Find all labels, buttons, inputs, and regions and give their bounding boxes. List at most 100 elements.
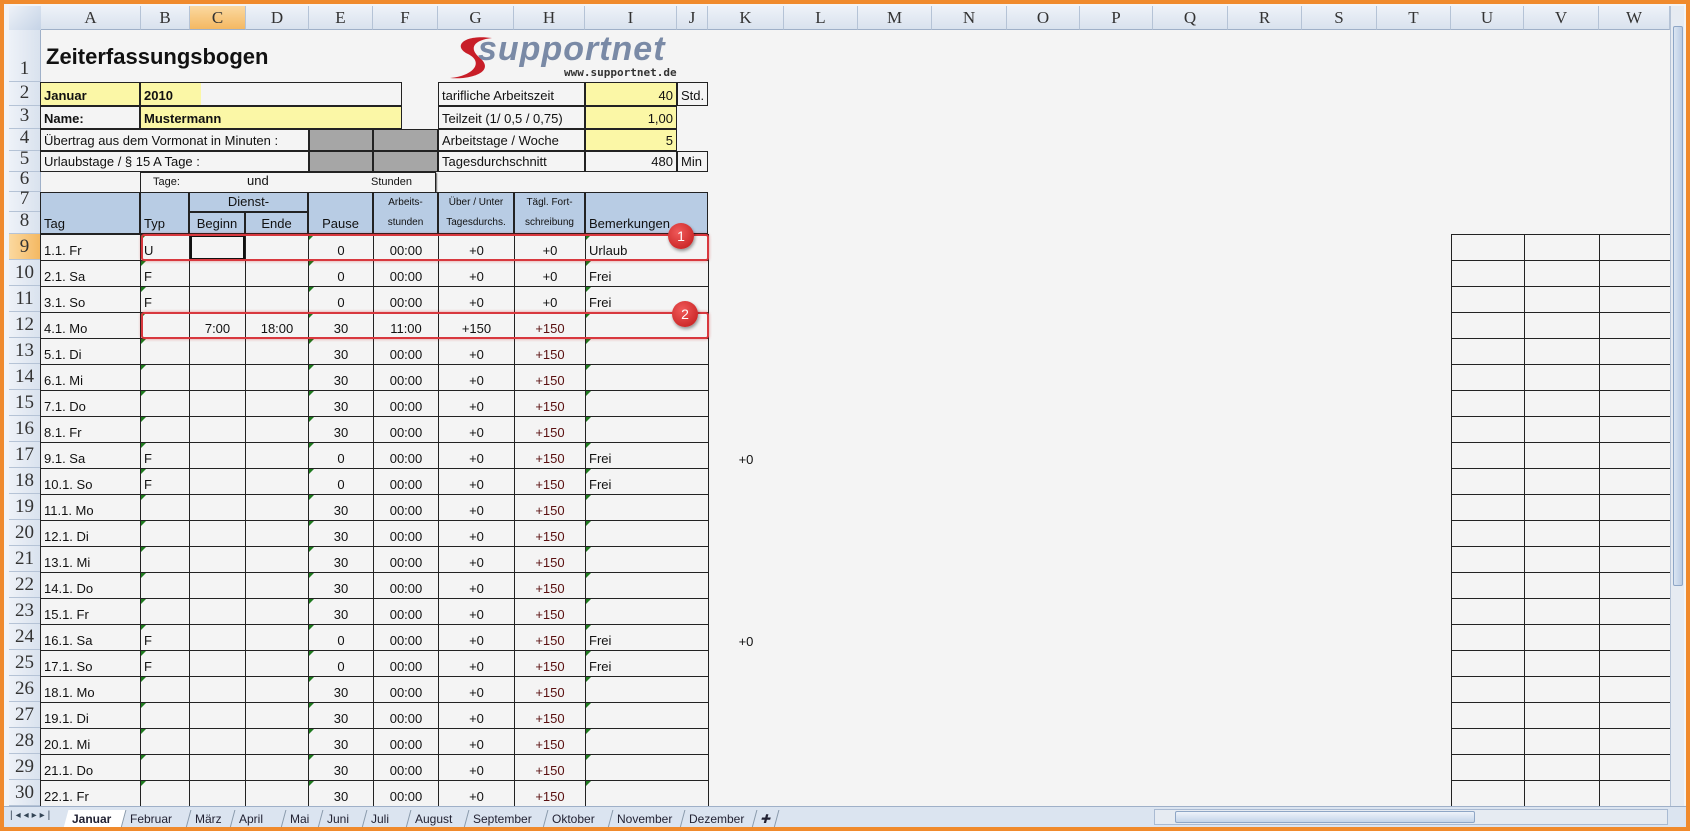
- tarif-value[interactable]: 40: [585, 82, 677, 106]
- row-header-22[interactable]: 22: [9, 572, 41, 598]
- cell-w[interactable]: [1599, 390, 1671, 417]
- new-sheet-icon[interactable]: ✚: [752, 810, 780, 827]
- cell-tag[interactable]: 18.1. Mo: [40, 676, 141, 703]
- cell-k[interactable]: +0: [708, 624, 784, 651]
- cell-bem[interactable]: [585, 572, 709, 599]
- cell-typ[interactable]: [140, 416, 190, 443]
- cell-ueber[interactable]: +0: [438, 702, 515, 729]
- cell-std[interactable]: 00:00: [373, 702, 439, 729]
- cell-beginn[interactable]: [189, 546, 246, 573]
- cell-beginn[interactable]: [189, 520, 246, 547]
- cell-typ[interactable]: F: [140, 624, 190, 651]
- sheet-tab-9[interactable]: Oktober: [543, 810, 614, 827]
- cell-v[interactable]: [1524, 260, 1600, 287]
- sheet-tab-1[interactable]: Februar: [121, 810, 192, 827]
- cell-v[interactable]: [1524, 520, 1600, 547]
- cell-std[interactable]: 00:00: [373, 598, 439, 625]
- cell-fort[interactable]: +150: [514, 728, 586, 755]
- column-header-N[interactable]: N: [932, 6, 1007, 30]
- cell-typ[interactable]: [140, 728, 190, 755]
- cell-typ[interactable]: [140, 364, 190, 391]
- horizontal-scrollbar[interactable]: [1154, 809, 1668, 825]
- cell-std[interactable]: 00:00: [373, 338, 439, 365]
- cell-v[interactable]: [1524, 546, 1600, 573]
- cell-fort[interactable]: +150: [514, 390, 586, 417]
- cell-beginn[interactable]: [189, 780, 246, 807]
- cell-v[interactable]: [1524, 416, 1600, 443]
- cell-tag[interactable]: 13.1. Mi: [40, 546, 141, 573]
- cell-u[interactable]: [1451, 702, 1525, 729]
- cell-ende[interactable]: [245, 728, 309, 755]
- cell-beginn[interactable]: [189, 650, 246, 677]
- cell-ueber[interactable]: +0: [438, 572, 515, 599]
- column-header-D[interactable]: D: [246, 6, 309, 30]
- cell-bem[interactable]: [585, 598, 709, 625]
- cell-std[interactable]: 00:00: [373, 572, 439, 599]
- row-header-2[interactable]: 2: [9, 82, 41, 106]
- cell-fort[interactable]: +150: [514, 416, 586, 443]
- cell-tag[interactable]: 1.1. Fr: [40, 234, 141, 261]
- cell-tag[interactable]: 11.1. Mo: [40, 494, 141, 521]
- month-cell[interactable]: Januar: [40, 82, 140, 106]
- cell-beginn[interactable]: [189, 364, 246, 391]
- cell-tag[interactable]: 2.1. Sa: [40, 260, 141, 287]
- cell-pause[interactable]: 0: [308, 286, 374, 313]
- cell-typ[interactable]: [140, 780, 190, 807]
- column-header-U[interactable]: U: [1451, 6, 1524, 30]
- parttime-value[interactable]: 1,00: [585, 106, 677, 129]
- cell-tag[interactable]: 15.1. Fr: [40, 598, 141, 625]
- row-header-15[interactable]: 15: [9, 390, 41, 416]
- cell-tag[interactable]: 20.1. Mi: [40, 728, 141, 755]
- cell-beginn[interactable]: [189, 338, 246, 365]
- cell-fort[interactable]: +150: [514, 338, 586, 365]
- cell-fort[interactable]: +150: [514, 754, 586, 781]
- horizontal-scroll-thumb[interactable]: [1175, 811, 1475, 823]
- cell-bem[interactable]: Frei: [585, 442, 709, 469]
- carryover-cell-e[interactable]: [309, 129, 373, 151]
- row-header-20[interactable]: 20: [9, 520, 41, 546]
- cell-fort[interactable]: +150: [514, 494, 586, 521]
- select-all-button[interactable]: [9, 6, 41, 30]
- cell-pause[interactable]: 30: [308, 520, 374, 547]
- cell-ende[interactable]: [245, 416, 309, 443]
- row-header-28[interactable]: 28: [9, 728, 41, 754]
- cell-v[interactable]: [1524, 234, 1600, 261]
- cell-fort[interactable]: +0: [514, 286, 586, 313]
- vertical-scroll-thumb[interactable]: [1673, 26, 1683, 586]
- cell-ende[interactable]: [245, 390, 309, 417]
- cell-w[interactable]: [1599, 520, 1671, 547]
- sheet-tab-0[interactable]: Januar: [63, 810, 127, 827]
- cell-w[interactable]: [1599, 312, 1671, 339]
- cell-std[interactable]: 00:00: [373, 442, 439, 469]
- cell-ueber[interactable]: +0: [438, 494, 515, 521]
- cell-tag[interactable]: 8.1. Fr: [40, 416, 141, 443]
- cell-w[interactable]: [1599, 780, 1671, 807]
- cell-tag[interactable]: 17.1. So: [40, 650, 141, 677]
- cell-k[interactable]: +0: [708, 442, 784, 469]
- sheet-tab-6[interactable]: Juli: [362, 810, 412, 827]
- cell-w[interactable]: [1599, 234, 1671, 261]
- cell-w[interactable]: [1599, 364, 1671, 391]
- cell-typ[interactable]: [140, 676, 190, 703]
- cell-u[interactable]: [1451, 676, 1525, 703]
- cell-ueber[interactable]: +0: [438, 676, 515, 703]
- cell-fort[interactable]: +150: [514, 598, 586, 625]
- row-header-3[interactable]: 3: [9, 105, 41, 129]
- cell-w[interactable]: [1599, 468, 1671, 495]
- row-header-16[interactable]: 16: [9, 416, 41, 442]
- cell-tag[interactable]: 14.1. Do: [40, 572, 141, 599]
- cell-std[interactable]: 00:00: [373, 468, 439, 495]
- cell-u[interactable]: [1451, 364, 1525, 391]
- cell-std[interactable]: 00:00: [373, 754, 439, 781]
- cell-bem[interactable]: [585, 416, 709, 443]
- row-header-27[interactable]: 27: [9, 702, 41, 728]
- cell-tag[interactable]: 4.1. Mo: [40, 312, 141, 339]
- cell-ende[interactable]: [245, 364, 309, 391]
- vacation-cell-f[interactable]: [373, 151, 438, 172]
- cell-typ[interactable]: [140, 338, 190, 365]
- tab-navigation-arrows[interactable]: |◂◂▸▸|: [10, 810, 53, 821]
- cell-v[interactable]: [1524, 390, 1600, 417]
- cell-ende[interactable]: [245, 286, 309, 313]
- row-header-9[interactable]: 9: [9, 234, 41, 260]
- cell-fort[interactable]: +150: [514, 520, 586, 547]
